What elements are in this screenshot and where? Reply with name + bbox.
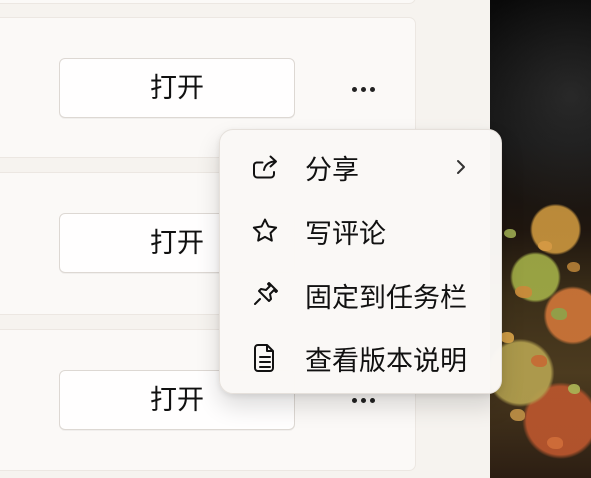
more-dot-icon xyxy=(351,397,357,403)
menu-item-label: 固定到任务栏 xyxy=(305,282,467,314)
open-button[interactable]: 打开 xyxy=(59,58,295,118)
menu-item-pin-to-taskbar[interactable]: 固定到任务栏 xyxy=(220,266,501,324)
more-dot-icon xyxy=(360,397,366,403)
share-icon xyxy=(247,149,283,185)
more-dot-icon xyxy=(351,86,357,92)
foliage-highlight xyxy=(551,308,567,320)
more-options-button[interactable] xyxy=(346,72,380,106)
star-icon xyxy=(247,213,283,249)
foliage-highlight xyxy=(547,437,563,449)
foliage-highlight xyxy=(567,262,580,272)
context-menu: 分享 写评论 固定到任务栏 查看版本说明 xyxy=(219,129,502,394)
foliage-highlight xyxy=(568,384,580,394)
menu-item-label: 查看版本说明 xyxy=(305,345,467,377)
top-partial-row xyxy=(0,0,416,4)
foliage-highlight xyxy=(500,332,514,343)
more-dot-icon xyxy=(369,86,375,92)
foliage-highlight xyxy=(531,355,547,367)
app-window: 打开 打开 打开 分享 写评论 固定到任务栏 查看版本说明 xyxy=(0,0,591,478)
more-dot-icon xyxy=(360,86,366,92)
more-dot-icon xyxy=(369,397,375,403)
chevron-right-icon xyxy=(453,159,469,175)
foliage-highlight xyxy=(504,229,516,238)
foliage-highlight xyxy=(515,286,532,298)
open-button-label: 打开 xyxy=(150,384,204,416)
menu-item-review[interactable]: 写评论 xyxy=(220,202,501,260)
menu-item-release-notes[interactable]: 查看版本说明 xyxy=(220,329,501,387)
foliage-highlight xyxy=(510,409,525,421)
menu-item-share[interactable]: 分享 xyxy=(220,138,501,196)
open-button-label: 打开 xyxy=(150,227,204,259)
background-photo xyxy=(490,0,591,478)
document-icon xyxy=(247,340,283,376)
open-button-label: 打开 xyxy=(150,72,204,104)
foliage-highlight xyxy=(538,241,552,251)
menu-item-label: 写评论 xyxy=(305,218,386,250)
menu-item-label: 分享 xyxy=(305,154,359,186)
pin-icon xyxy=(247,277,283,313)
